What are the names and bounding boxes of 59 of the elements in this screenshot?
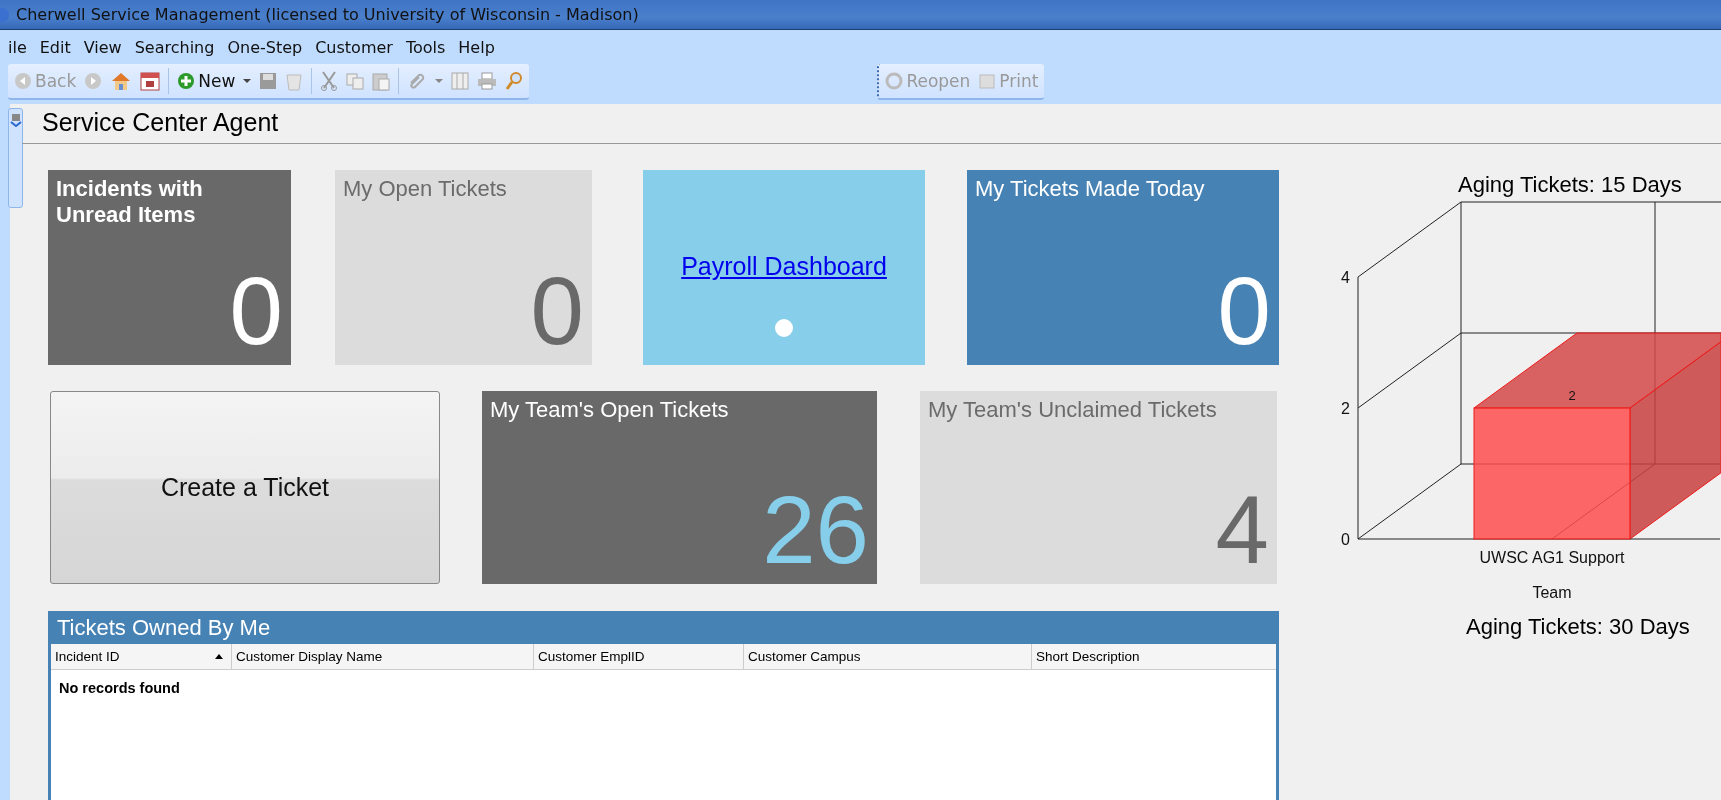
scissors-icon[interactable] — [320, 71, 339, 91]
calendar-icon[interactable] — [140, 71, 161, 91]
tile-count: 26 — [762, 480, 869, 580]
search-icon[interactable] — [505, 71, 524, 91]
dashboard-tile[interactable]: Payroll Dashboard — [643, 170, 925, 365]
pin-icon — [9, 113, 22, 127]
trash-icon[interactable] — [285, 71, 304, 91]
menu-item[interactable]: ile — [8, 37, 27, 57]
chart-title: Aging Tickets: 30 Days — [1465, 614, 1691, 640]
category-label: UWSC AG1 Support — [1479, 549, 1625, 566]
empty-message: No records found — [59, 680, 180, 696]
printer-icon[interactable] — [477, 72, 498, 90]
side-tab[interactable] — [8, 108, 23, 208]
new-button[interactable]: New — [177, 71, 236, 91]
tile-count: 0 — [229, 261, 283, 361]
clipboard-icon[interactable] — [372, 71, 391, 91]
dashboard-tile[interactable]: My Open Tickets 0 — [335, 170, 592, 365]
menu-item[interactable]: View — [83, 37, 122, 57]
dashboard-tile[interactable]: Incidents with Unread Items 0 — [48, 170, 291, 365]
box-icon — [978, 72, 997, 90]
dashboard-link[interactable]: Payroll Dashboard — [681, 252, 887, 281]
dashboard-tile[interactable]: My Team's Unclaimed Tickets 4 — [920, 391, 1277, 584]
axis-tick-label: 0 — [1341, 531, 1350, 548]
menu-item[interactable]: Searching — [134, 37, 215, 57]
menu-item[interactable]: Tools — [405, 37, 446, 57]
column-header[interactable]: Short Description — [1032, 644, 1276, 669]
chart-title: Aging Tickets: 15 Days — [1457, 172, 1683, 198]
dot-icon — [775, 319, 793, 337]
column-header[interactable]: Customer Display Name — [232, 644, 534, 669]
tile-title: My Open Tickets — [343, 176, 508, 202]
create-ticket-button[interactable]: Create a Ticket — [50, 391, 440, 584]
tile-title: Incidents with Unread Items — [56, 176, 204, 228]
tile-title: My Team's Unclaimed Tickets — [928, 397, 1218, 423]
axis-tick-label: 4 — [1341, 269, 1350, 286]
tile-title: My Team's Open Tickets — [490, 397, 730, 423]
window-title: Cherwell Service Management (licensed to University of Wisconsin - Madison) — [16, 5, 639, 24]
tile-title: My Tickets Made Today — [975, 176, 1206, 202]
plus-icon — [177, 72, 196, 90]
dashboard-tile[interactable]: My Tickets Made Today 0 — [967, 170, 1279, 365]
page-heading: Service Center Agent — [22, 104, 1721, 144]
tile-count: 0 — [530, 261, 584, 361]
menu-item[interactable]: Customer — [315, 37, 393, 57]
axis-title: Team — [1532, 584, 1572, 601]
copy-icon[interactable] — [346, 72, 365, 90]
tile-count: 0 — [1217, 261, 1271, 361]
column-header[interactable]: Incident ID — [51, 644, 232, 669]
sort-icon — [215, 654, 223, 659]
dashboard-tile[interactable]: My Team's Open Tickets 26 — [482, 391, 877, 584]
menu-item[interactable]: Help — [458, 37, 495, 57]
data-label: 2 — [1568, 388, 1576, 403]
tile-count: 4 — [1215, 480, 1269, 580]
columns-icon[interactable] — [451, 72, 470, 90]
caret-icon[interactable] — [243, 77, 252, 85]
axis-tick-label: 2 — [1341, 400, 1350, 417]
column-header[interactable]: Customer Campus — [744, 644, 1032, 669]
column-header[interactable]: Customer EmplID — [534, 644, 744, 669]
menu-item[interactable]: One-Step — [227, 37, 303, 57]
panel-title: Tickets Owned By Me — [51, 611, 1276, 644]
menu-item[interactable]: Edit — [39, 37, 71, 57]
